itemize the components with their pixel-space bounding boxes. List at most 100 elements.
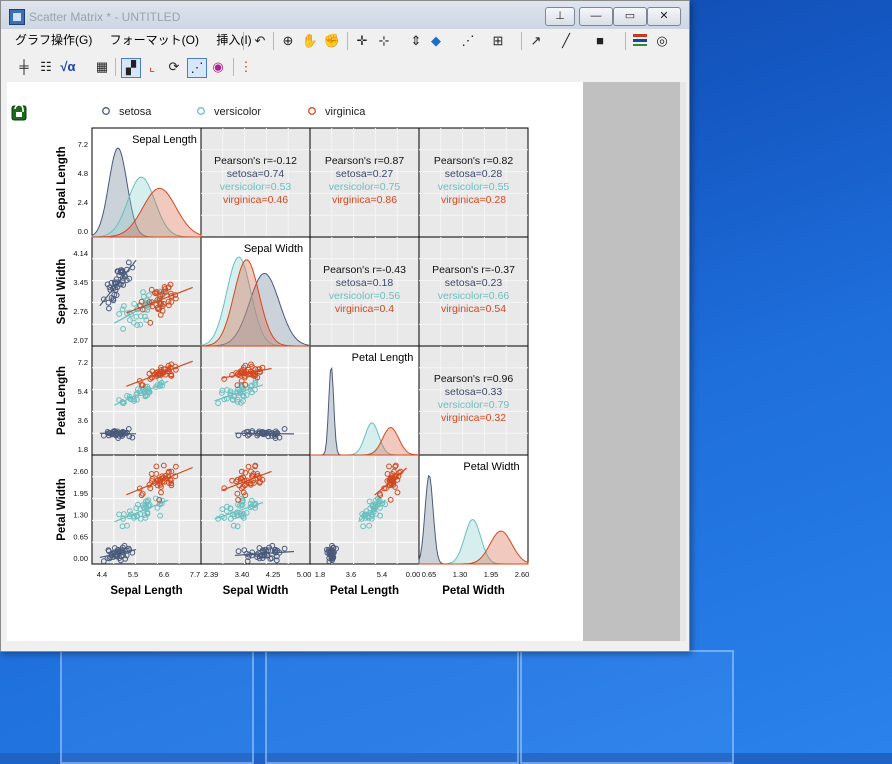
scroll-hand-icon[interactable]: ✊ [323,32,341,50]
y-tick-label: 2.76 [73,307,88,316]
y-axis-title: Sepal Width [56,259,68,325]
legend-marker-virginica [308,107,316,115]
x-axis-title: Sepal Length [110,585,182,597]
wallpaper-pane [265,650,519,764]
y-tick-label: 2.60 [73,467,88,476]
virginica-corr-text: virginica=0.46 [223,194,288,206]
toolbar-separator [115,58,116,76]
y-tick-label: 5.4 [78,387,88,396]
toolbar-row-2: ╪ ☷ √α ▦ ▞ ⌞ ⟳ ⋰ ◉ ⋮ [1,57,689,79]
diagonal-title: Petal Width [463,461,519,473]
text-format-icon[interactable]: ☷ [37,58,55,76]
y-tick-label: 0.00 [73,554,88,563]
axes-icon[interactable]: ⌞ [143,58,161,76]
undo-icon[interactable]: ↶ [251,32,269,50]
add-layer-icon[interactable]: ⊞ [489,32,507,50]
table-icon[interactable]: ▦ [93,58,111,76]
setosa-corr-text: setosa=0.18 [336,277,394,289]
rescale-icon[interactable]: ⟳ [165,58,183,76]
regression-line [326,552,337,555]
pearson-r-text: Pearson's r=0.82 [434,155,514,167]
y-axis-title: Petal Length [56,366,68,435]
versicolor-corr-text: versicolor=0.53 [220,181,292,193]
fingerprint-icon[interactable]: ◎ [653,32,671,50]
line-tool-icon[interactable]: ╱ [557,32,575,50]
setosa-corr-text: setosa=0.28 [445,168,503,180]
minimize-button[interactable]: — [579,7,613,26]
y-tick-label: 0.65 [73,532,88,541]
virginica-corr-text: virginica=0.32 [441,412,506,424]
setosa-corr-text: setosa=0.27 [336,168,394,180]
app-icon [9,9,25,25]
versicolor-corr-text: versicolor=0.55 [438,181,510,193]
y-axis-title: Sepal Length [56,146,68,218]
arrow-tool-icon[interactable]: ↗ [527,32,545,50]
matrix-cell [91,345,202,456]
ellipse-icon[interactable]: ◉ [209,58,227,76]
x-axis-title: Petal Length [330,585,399,597]
x-tick-label: 7.7 [190,570,200,579]
setosa-corr-text: setosa=0.74 [227,168,285,180]
x-tick-label: 1.30 [453,570,468,579]
diagonal-title: Sepal Length [132,134,197,146]
scatter-matrix-chart: setosa versicolor virginica Pearson's r=… [11,104,529,597]
fit-line-icon[interactable]: ⋰ [187,58,207,78]
y-tick-label: 2.07 [73,336,88,345]
object-manager-icon[interactable]: ⋮ [237,58,255,76]
virginica-corr-text: virginica=0.54 [441,303,506,315]
vertical-scrollbar[interactable] [680,82,686,641]
graph-page[interactable]: setosa versicolor virginica Pearson's r=… [7,82,583,641]
draw-data-icon[interactable]: ◆ [427,32,445,50]
x-axis-title: Petal Width [442,585,505,597]
region-mask-icon[interactable]: ⋰ [459,32,477,50]
setosa-corr-text: setosa=0.33 [445,386,503,398]
zoom-icon[interactable]: ⊕ [279,32,297,50]
x-tick-label: 5.00 [297,570,312,579]
y-tick-label: 1.95 [73,489,88,498]
pin-button[interactable]: ⊥ [545,7,575,26]
toolbar-separator [233,58,234,76]
regression-line [99,432,137,435]
x-tick-label: 1.8 [315,570,325,579]
title-bar[interactable]: Scatter Matrix * - UNTITLED ⊥ — ▭ ✕ [1,1,689,29]
virginica-corr-text: virginica=0.86 [332,194,397,206]
pearson-r-text: Pearson's r=0.96 [434,373,514,385]
legend-label-versicolor: versicolor [214,106,261,118]
screen-reader-icon[interactable]: ⊹ [375,32,393,50]
legend-marker-versicolor [197,107,205,115]
y-tick-label: 3.45 [73,278,88,287]
lock-icon[interactable] [11,104,27,121]
y-tick-label: 4.8 [78,169,88,178]
formula-icon[interactable]: √α [59,58,77,76]
y-tick-label: 0.0 [78,227,88,236]
align-icon[interactable]: ╪ [15,58,33,76]
data-reader-icon[interactable]: ✛ [353,32,371,50]
y-tick-label: 4.14 [73,249,88,258]
pan-hand-icon[interactable]: ✋ [301,32,319,50]
y-tick-label: 7.2 [78,358,88,367]
x-tick-label: 5.5 [128,570,138,579]
versicolor-corr-text: versicolor=0.79 [438,399,510,411]
toolbar-separator [347,32,348,50]
x-tick-label: 4.4 [97,570,107,579]
color-lines-icon[interactable] [631,32,649,50]
toolbar-separator [273,32,274,50]
y-tick-label: 3.6 [78,416,88,425]
rectangle-tool-icon[interactable]: ■ [591,32,609,50]
virginica-corr-text: virginica=0.4 [335,303,394,315]
x-axis-title: Sepal Width [223,585,289,597]
maximize-button[interactable]: ▭ [613,7,647,26]
pearson-r-text: Pearson's r=-0.12 [214,155,297,167]
scatter-matrix-window[interactable]: Scatter Matrix * - UNTITLED ⊥ — ▭ ✕ グラフ操… [0,0,690,652]
y-tick-label: 1.30 [73,511,88,520]
regression-line [234,432,295,435]
x-tick-label: 1.95 [484,570,499,579]
scatter-matrix-icon[interactable]: ▞ [121,58,141,78]
x-tick-label: 4.25 [266,570,281,579]
versicolor-corr-text: versicolor=0.75 [329,181,401,193]
wallpaper-pane [520,650,734,764]
pearson-r-text: Pearson's r=0.87 [325,155,405,167]
data-selector-icon[interactable]: ⇕ [407,32,425,50]
wallpaper-pane [60,650,254,764]
close-button[interactable]: ✕ [647,7,681,26]
